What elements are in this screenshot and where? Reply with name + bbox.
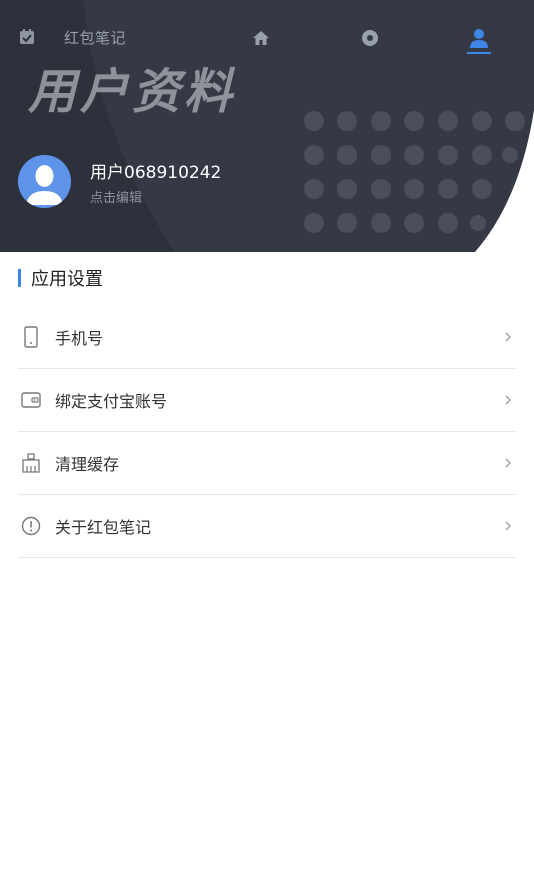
discover-icon[interactable] bbox=[360, 28, 380, 48]
menu-item-alipay[interactable]: 绑定支付宝账号 bbox=[18, 369, 516, 432]
avatar-person-icon bbox=[18, 155, 71, 208]
username[interactable]: 用户068910242 bbox=[90, 158, 221, 183]
menu-item-phone[interactable]: 手机号 bbox=[18, 306, 516, 369]
menu-item-about[interactable]: 关于红包笔记 bbox=[18, 495, 516, 558]
page-title: 用户资料 bbox=[28, 64, 237, 120]
chevron-right-icon bbox=[505, 458, 511, 468]
user-icon bbox=[470, 29, 488, 48]
profile-header: 红包笔记 用户资料 用户068910242 点击编辑 bbox=[0, 0, 534, 252]
active-tab-indicator bbox=[467, 52, 491, 54]
section-accent-bar bbox=[18, 269, 21, 287]
tab-profile[interactable] bbox=[466, 26, 492, 58]
menu-item-label: 绑定支付宝账号 bbox=[55, 392, 168, 411]
edit-profile-hint[interactable]: 点击编辑 bbox=[90, 187, 142, 206]
avatar[interactable] bbox=[18, 155, 71, 208]
section-title: 应用设置 bbox=[31, 269, 103, 290]
calendar-icon[interactable] bbox=[18, 28, 36, 46]
phone-icon bbox=[18, 324, 44, 350]
chevron-right-icon bbox=[505, 332, 511, 342]
menu-item-label: 清理缓存 bbox=[55, 455, 120, 474]
home-icon[interactable] bbox=[251, 28, 271, 48]
app-title[interactable]: 红包笔记 bbox=[64, 27, 126, 48]
section-header: 应用设置 bbox=[18, 266, 103, 290]
menu-item-label: 手机号 bbox=[55, 329, 104, 348]
chevron-right-icon bbox=[505, 521, 511, 531]
info-icon bbox=[18, 513, 44, 539]
settings-menu: 手机号 绑定支付宝账号 清理缓存 关于红包笔记 bbox=[18, 306, 516, 558]
broom-icon bbox=[18, 450, 44, 476]
wallet-icon bbox=[18, 387, 44, 413]
menu-item-label: 关于红包笔记 bbox=[55, 518, 152, 537]
chevron-right-icon bbox=[505, 395, 511, 405]
menu-item-clear-cache[interactable]: 清理缓存 bbox=[18, 432, 516, 495]
